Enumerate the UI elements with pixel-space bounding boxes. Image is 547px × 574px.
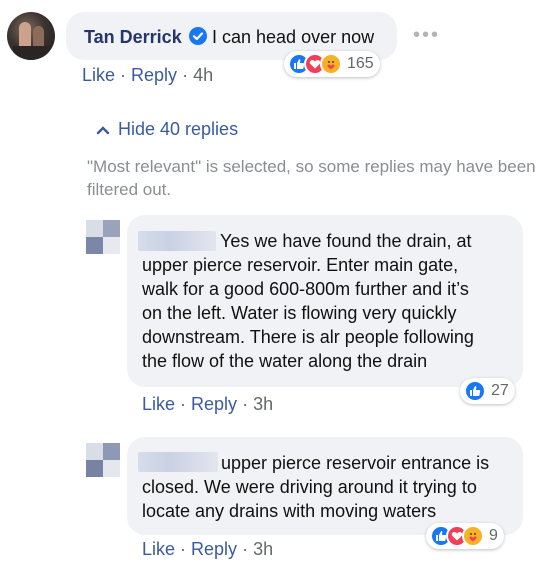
reply-link[interactable]: Reply — [191, 539, 237, 559]
reaction-count: 9 — [489, 527, 498, 544]
reply-text: Yes we have found the drain, at upper pi… — [142, 231, 474, 371]
reply-link[interactable]: Reply — [131, 65, 177, 85]
reaction-summary[interactable]: 165 — [284, 51, 380, 77]
hide-replies-toggle[interactable]: Hide 40 replies — [96, 118, 238, 140]
chevron-up-icon — [96, 118, 110, 140]
care-reaction-icon — [320, 53, 342, 75]
comment-timestamp[interactable]: 4h — [193, 65, 213, 85]
reply-timestamp[interactable]: 3h — [253, 539, 273, 559]
reaction-summary[interactable]: 9 — [426, 523, 504, 549]
hide-replies-label: Hide 40 replies — [118, 119, 239, 139]
reply-link[interactable]: Reply — [191, 394, 237, 414]
verified-badge-icon — [189, 27, 207, 45]
like-reaction-icon — [464, 380, 486, 402]
care-reaction-icon — [462, 525, 484, 547]
reply-avatar[interactable] — [86, 220, 120, 254]
reaction-summary[interactable]: 27 — [460, 378, 515, 404]
reply-timestamp[interactable]: 3h — [253, 394, 273, 414]
author-avatar[interactable] — [7, 12, 55, 60]
reaction-count: 27 — [491, 382, 509, 399]
like-link[interactable]: Like — [142, 539, 175, 559]
reply-actions: Like · Reply · 3h — [142, 539, 274, 559]
filter-notice: "Most relevant" is selected, so some rep… — [87, 157, 536, 199]
comment-actions: Like · Reply · 4h — [82, 65, 214, 85]
reply-avatar[interactable] — [86, 443, 120, 477]
more-options-icon[interactable]: ••• — [413, 25, 440, 45]
comment-text: I can head over now — [212, 27, 375, 47]
like-link[interactable]: Like — [142, 394, 175, 414]
like-link[interactable]: Like — [82, 65, 115, 85]
reply-actions: Like · Reply · 3h — [142, 394, 274, 414]
reaction-count: 165 — [347, 55, 374, 72]
reply-text: upper pierce reservoir entrance is close… — [142, 453, 490, 521]
comment-author-name[interactable]: Tan Derrick — [84, 25, 182, 49]
